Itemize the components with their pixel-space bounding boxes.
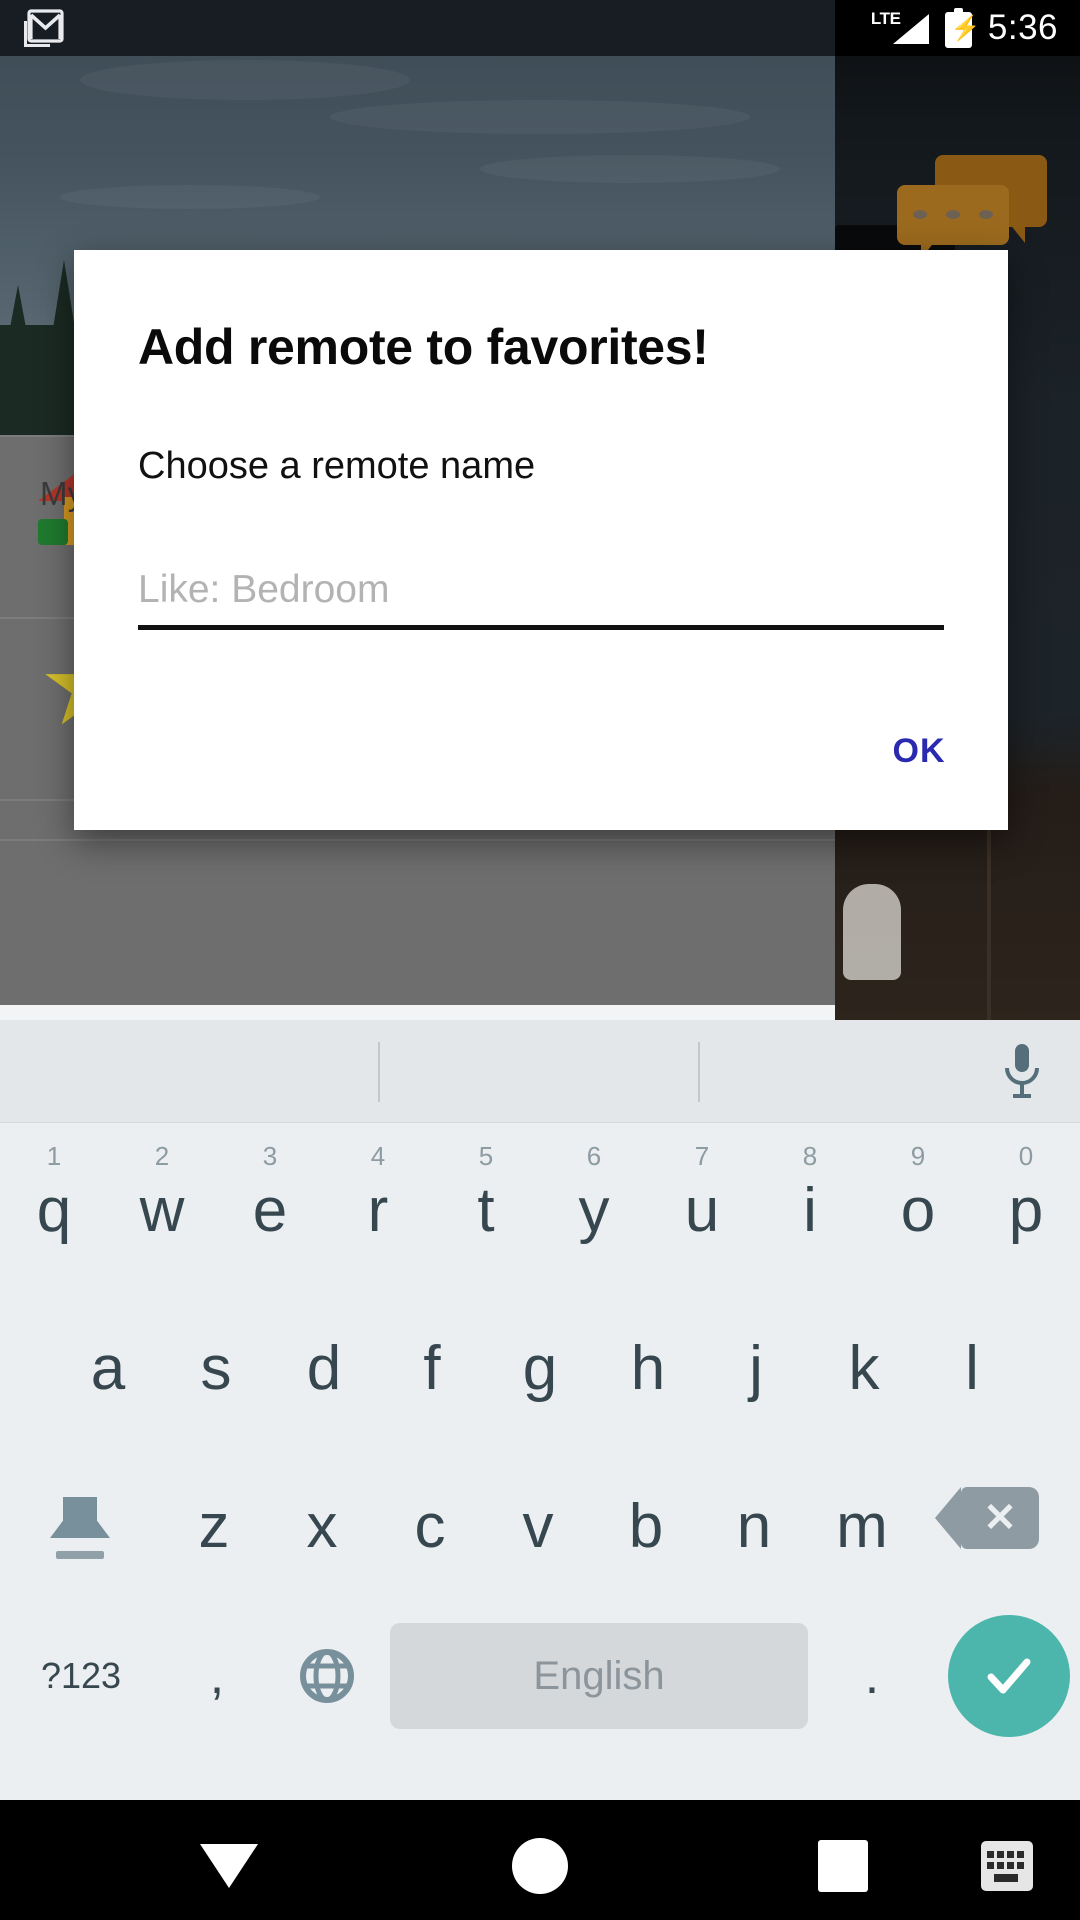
key-label: m: [836, 1491, 888, 1561]
key-e[interactable]: 3e: [216, 1123, 324, 1281]
key-label: u: [684, 1175, 720, 1245]
key-v[interactable]: v: [484, 1439, 592, 1597]
key-m[interactable]: m: [808, 1439, 916, 1597]
key-label: r: [367, 1175, 389, 1245]
key-label: d: [306, 1333, 342, 1403]
ok-button[interactable]: OK: [864, 720, 974, 782]
microphone-icon[interactable]: [1002, 1042, 1042, 1100]
add-remote-dialog: Add remote to favorites! Choose a remote…: [74, 250, 1008, 830]
key-o[interactable]: 9o: [864, 1123, 972, 1281]
key-t[interactable]: 5t: [432, 1123, 540, 1281]
key-q[interactable]: 1q: [0, 1123, 108, 1281]
key-hint-4: 4: [370, 1141, 386, 1171]
on-screen-keyboard: 1q2w3e4r5t6y7u8i9o0p asdfghjkl ✕ zxcvbnm…: [0, 1020, 1080, 1800]
key-k[interactable]: k: [810, 1281, 918, 1439]
key-label: k: [848, 1333, 880, 1403]
key-label: c: [414, 1491, 446, 1561]
key-label: o: [900, 1175, 936, 1245]
key-h[interactable]: h: [594, 1281, 702, 1439]
keyboard-row-2: asdfghjkl: [0, 1281, 1080, 1439]
backspace-icon: ✕: [935, 1487, 1039, 1549]
key-label: f: [423, 1333, 441, 1403]
key-label: g: [522, 1333, 558, 1403]
key-i[interactable]: 8i: [756, 1123, 864, 1281]
key-label: a: [90, 1333, 126, 1403]
key-x[interactable]: x: [268, 1439, 376, 1597]
key-hint-0: 0: [1018, 1141, 1034, 1171]
backspace-key[interactable]: ✕: [920, 1439, 1080, 1597]
space-key[interactable]: English: [390, 1623, 808, 1729]
key-l[interactable]: l: [918, 1281, 1026, 1439]
symbols-key[interactable]: ?123: [0, 1597, 162, 1755]
key-label: q: [36, 1175, 72, 1245]
remote-name-input[interactable]: [138, 555, 944, 625]
shift-key[interactable]: [0, 1439, 160, 1597]
key-label: h: [630, 1333, 666, 1403]
key-r[interactable]: 4r: [324, 1123, 432, 1281]
key-p[interactable]: 0p: [972, 1123, 1080, 1281]
key-hint-8: 8: [802, 1141, 818, 1171]
keyboard-switch-icon[interactable]: [978, 1838, 1036, 1894]
key-f[interactable]: f: [378, 1281, 486, 1439]
key-b[interactable]: b: [592, 1439, 700, 1597]
key-s[interactable]: s: [162, 1281, 270, 1439]
key-hint-7: 7: [694, 1141, 710, 1171]
suggestion-bar: [0, 1020, 1080, 1123]
key-j[interactable]: j: [702, 1281, 810, 1439]
key-label: s: [200, 1333, 232, 1403]
key-z[interactable]: z: [160, 1439, 268, 1597]
key-label: e: [252, 1175, 288, 1245]
comma-key[interactable]: ,: [162, 1597, 272, 1755]
enter-key[interactable]: [948, 1615, 1070, 1737]
key-hint-6: 6: [586, 1141, 602, 1171]
globe-icon[interactable]: [272, 1597, 382, 1755]
period-key[interactable]: .: [818, 1597, 926, 1755]
key-label: x: [306, 1491, 338, 1561]
dialog-title: Add remote to favorites!: [138, 319, 709, 375]
key-label: w: [139, 1175, 185, 1245]
key-label: v: [522, 1491, 554, 1561]
key-label: p: [1008, 1175, 1044, 1245]
key-a[interactable]: a: [54, 1281, 162, 1439]
dialog-message: Choose a remote name: [138, 445, 536, 487]
checkmark-icon: [987, 1658, 1031, 1694]
key-hint-2: 2: [154, 1141, 170, 1171]
keyboard-row-1: 1q2w3e4r5t6y7u8i9o0p: [0, 1123, 1080, 1281]
key-hint-3: 3: [262, 1141, 278, 1171]
key-label: y: [578, 1175, 610, 1245]
key-u[interactable]: 7u: [648, 1123, 756, 1281]
down-triangle-icon[interactable]: [200, 1844, 258, 1888]
key-hint-5: 5: [478, 1141, 494, 1171]
key-d[interactable]: d: [270, 1281, 378, 1439]
key-label: b: [628, 1491, 664, 1561]
key-label: n: [736, 1491, 772, 1561]
key-n[interactable]: n: [700, 1439, 808, 1597]
navigation-bar: [0, 1800, 1080, 1920]
key-g[interactable]: g: [486, 1281, 594, 1439]
key-hint-9: 9: [910, 1141, 926, 1171]
key-label: j: [749, 1333, 763, 1403]
key-hint-1: 1: [46, 1141, 62, 1171]
square-recents-icon[interactable]: [818, 1840, 868, 1892]
keyboard-row-3: ✕ z x c v b nm: [0, 1439, 1080, 1597]
input-underline: [138, 625, 944, 630]
key-c[interactable]: c: [376, 1439, 484, 1597]
key-y[interactable]: 6y: [540, 1123, 648, 1281]
key-label: l: [965, 1333, 979, 1403]
key-w[interactable]: 2w: [108, 1123, 216, 1281]
key-label: t: [477, 1175, 495, 1245]
circle-home-icon[interactable]: [512, 1838, 568, 1894]
phone-screen: ★ My Remotes LTE: [0, 0, 1080, 1920]
keyboard-row-4: ?123 , English .: [0, 1597, 1080, 1755]
key-label: z: [198, 1491, 230, 1561]
key-label: i: [803, 1175, 817, 1245]
